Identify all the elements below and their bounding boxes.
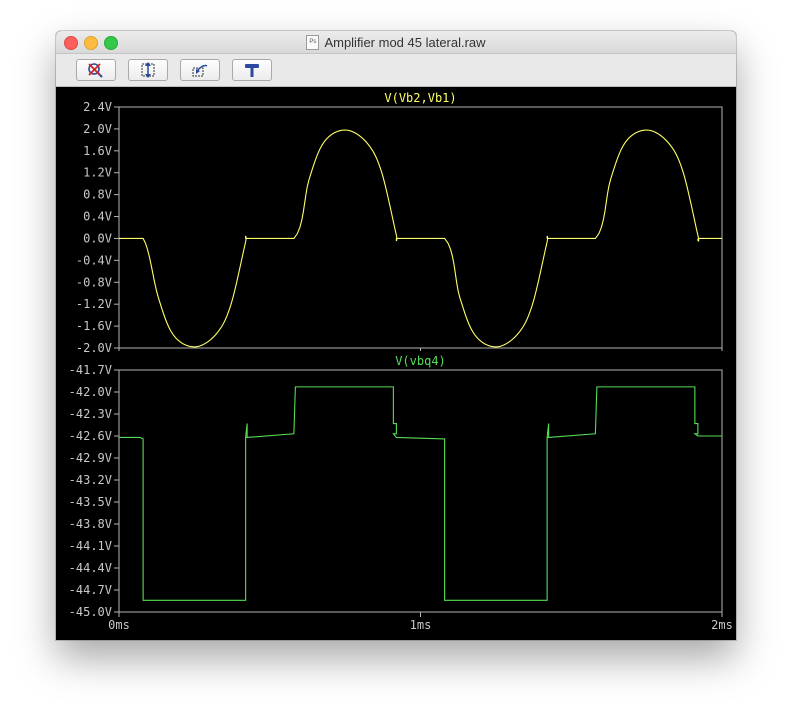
- y-tick-label: -44.1V: [69, 539, 112, 553]
- y-tick-label: 0.8V: [83, 188, 112, 202]
- hammer-button[interactable]: [232, 59, 272, 81]
- y-tick-label: -1.2V: [76, 297, 112, 311]
- window-title: Amplifier mod 45 lateral.raw: [324, 34, 486, 50]
- plot-frame-1: [118, 106, 723, 349]
- zoom-back-button[interactable]: [180, 59, 220, 81]
- y-tick-label: -43.2V: [69, 473, 112, 487]
- y-tick-label: 2.0V: [83, 122, 112, 136]
- y-tick-label: -44.7V: [69, 583, 112, 597]
- toolbar: [56, 54, 736, 87]
- y-tick-label: 1.2V: [83, 166, 112, 180]
- y-tick-label: -42.0V: [69, 385, 112, 399]
- plot-title-1: V(Vb2,Vb1): [384, 91, 456, 105]
- y-tick-label: -44.4V: [69, 561, 112, 575]
- waveform-plots[interactable]: V(Vb2,Vb1) 2.4V 2.0V 1.6V 1.2V 0.8V 0.4V 0.0V -0…: [56, 87, 736, 640]
- waveform-window: Ps Amplifier mod 45 lateral.raw V(Vb2,Vb…: [56, 31, 736, 640]
- y-tick-label: -0.8V: [76, 275, 112, 289]
- autoscale-icon: [141, 62, 155, 78]
- y-tick-label: 2.4V: [83, 100, 112, 114]
- y-tick-label: -45.0V: [69, 605, 112, 619]
- y-tick-label: -1.6V: [76, 319, 112, 333]
- zoom-cancel-button[interactable]: [76, 59, 116, 81]
- title-bar[interactable]: Ps Amplifier mod 45 lateral.raw: [56, 31, 736, 54]
- y-tick-label: -42.9V: [69, 451, 112, 465]
- document-icon: Ps: [306, 34, 320, 50]
- x-tick-label: 2ms: [711, 618, 733, 632]
- x-tick-label: 1ms: [410, 618, 432, 632]
- y-tick-label: 0.0V: [83, 231, 112, 245]
- x-tick-label: 0ms: [108, 618, 130, 632]
- zoom-cancel-icon: [88, 63, 103, 78]
- y-tick-label: -0.4V: [76, 253, 112, 267]
- y-tick-label: -43.8V: [69, 517, 112, 531]
- y-tick-label: 0.4V: [83, 210, 112, 224]
- hammer-icon: [245, 64, 259, 77]
- series-line-2: [119, 386, 722, 601]
- y-tick-label: 1.6V: [83, 144, 112, 158]
- autoscale-button[interactable]: [128, 59, 168, 81]
- plot-title-2: V(vbq4): [395, 354, 446, 368]
- plot-frame-2: [118, 369, 723, 613]
- y-tick-label: -42.6V: [69, 429, 112, 443]
- y-tick-label: -43.5V: [69, 495, 112, 509]
- y-tick-label: -41.7V: [69, 363, 112, 377]
- zoom-back-icon: [192, 64, 208, 77]
- y-tick-label: -2.0V: [76, 341, 112, 355]
- plot-area[interactable]: V(Vb2,Vb1) 2.4V 2.0V 1.6V 1.2V 0.8V 0.4V 0.0V -0…: [56, 87, 736, 640]
- series-line-1: [119, 129, 722, 348]
- y-tick-label: -42.3V: [69, 407, 112, 421]
